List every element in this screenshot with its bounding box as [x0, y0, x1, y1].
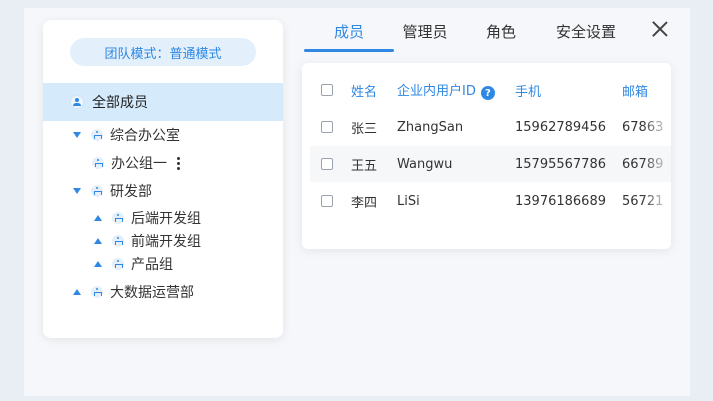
tab-members[interactable]: 成员	[304, 10, 394, 52]
tree-item-label: 综合办公室	[110, 128, 180, 144]
more-vertical-icon[interactable]	[177, 156, 180, 170]
column-header-phone[interactable]: 手机	[515, 81, 541, 100]
tree-item-label: 办公组一	[111, 156, 167, 172]
team-mode-badge[interactable]: 团队模式：普通模式	[70, 38, 256, 66]
cell-email: 66789	[622, 156, 664, 172]
members-table: 姓名 企业内用户ID? 手机 邮箱 张三 ZhangSan 1596278945…	[302, 63, 671, 249]
help-icon[interactable]: ?	[480, 86, 495, 101]
tree-item-label: 研发部	[110, 184, 152, 200]
tree-item-label: 后端开发组	[131, 211, 201, 227]
column-header-email[interactable]: 邮箱	[622, 81, 648, 100]
tab-roles[interactable]: 角色	[456, 10, 546, 52]
tree-item-all-members[interactable]: 全部成员	[43, 83, 283, 121]
cell-uid: Wangwu	[397, 156, 453, 172]
tree-item-label: 大数据运营部	[110, 285, 194, 301]
caret-up-icon[interactable]	[94, 238, 102, 244]
tree-item-backend[interactable]: 后端开发组	[94, 207, 201, 229]
tab-bar: 成员 管理员 角色 安全设置	[304, 10, 626, 52]
tab-security-settings[interactable]: 安全设置	[546, 10, 626, 52]
org-icon	[112, 258, 124, 270]
close-icon[interactable]	[651, 20, 669, 38]
cell-phone: 15962789456	[515, 119, 606, 135]
cell-uid: ZhangSan	[397, 119, 464, 135]
org-icon	[112, 212, 124, 224]
tree-item-rnd[interactable]: 研发部	[73, 180, 152, 202]
tree-item-frontend[interactable]: 前端开发组	[94, 230, 201, 252]
column-header-uid-label: 企业内用户ID	[397, 83, 476, 99]
department-tree-panel: 团队模式：普通模式 全部成员 综合办公室 办公组一 研发部 后端开发组 前端开发…	[43, 20, 283, 338]
table-header-row: 姓名 企业内用户ID? 手机 邮箱	[310, 72, 671, 108]
cell-name: 王五	[351, 158, 378, 174]
tab-admins[interactable]: 管理员	[394, 10, 456, 52]
row-checkbox[interactable]	[321, 195, 333, 207]
org-icon	[91, 185, 103, 197]
row-checkbox[interactable]	[321, 158, 333, 170]
cell-name: 李四	[351, 195, 378, 211]
tree-item-bigdata[interactable]: 大数据运营部	[73, 281, 194, 303]
caret-up-icon[interactable]	[94, 215, 102, 221]
cell-email: 67863	[622, 119, 664, 135]
cell-phone: 13976186689	[515, 193, 606, 209]
cell-name: 张三	[351, 121, 378, 137]
org-icon	[91, 286, 103, 298]
tree-item-general-office[interactable]: 综合办公室	[73, 124, 180, 146]
table-row[interactable]: 李四 LiSi 13976186689 56721	[310, 183, 671, 219]
org-icon	[112, 235, 124, 247]
tree-item-label: 全部成员	[92, 95, 148, 111]
caret-down-icon[interactable]	[73, 188, 81, 194]
tree-item-label: 前端开发组	[131, 234, 201, 250]
caret-up-icon[interactable]	[94, 261, 102, 267]
users-icon	[70, 95, 84, 109]
column-header-uid[interactable]: 企业内用户ID?	[397, 80, 495, 101]
row-checkbox[interactable]	[321, 121, 333, 133]
org-icon	[92, 157, 104, 169]
tree-item-product[interactable]: 产品组	[94, 253, 173, 275]
select-all-checkbox[interactable]	[321, 84, 333, 96]
tree-item-label: 产品组	[131, 257, 173, 273]
caret-up-icon[interactable]	[73, 289, 81, 295]
cell-email: 56721	[622, 193, 664, 209]
cell-phone: 15795567786	[515, 156, 606, 172]
column-header-name[interactable]: 姓名	[351, 81, 377, 100]
cell-uid: LiSi	[397, 193, 420, 209]
table-row[interactable]: 张三 ZhangSan 15962789456 67863	[310, 109, 671, 145]
caret-down-icon[interactable]	[73, 132, 81, 138]
tree-item-office-group-1[interactable]: 办公组一	[92, 152, 180, 174]
table-row[interactable]: 王五 Wangwu 15795567786 66789	[310, 146, 671, 182]
org-icon	[91, 129, 103, 141]
